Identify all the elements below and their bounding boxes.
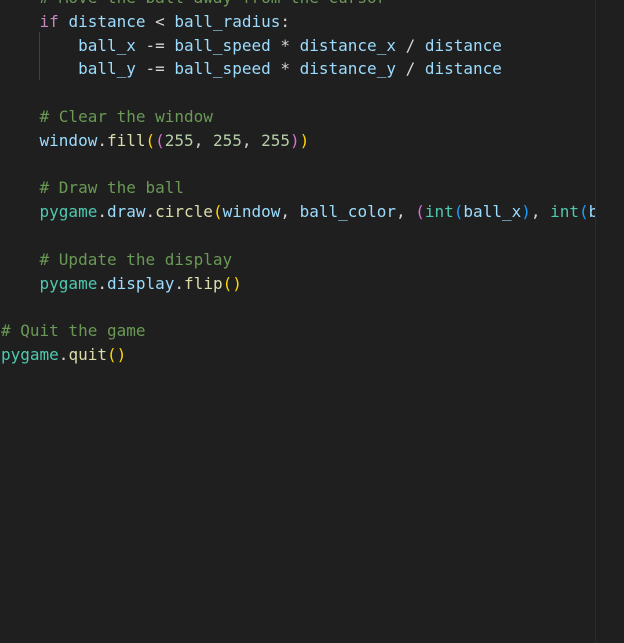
code-editor[interactable]: # Move the ball away from the cursor if … <box>0 0 624 643</box>
code-token: distance <box>424 59 502 79</box>
code-line[interactable]: pygame.draw.circle(window, ball_color, (… <box>1 200 624 224</box>
code-token: pygame <box>39 273 98 293</box>
code-token: ( <box>222 273 233 293</box>
code-token: ( <box>106 344 117 364</box>
code-token: , <box>241 130 262 150</box>
code-token: distance_y <box>299 59 396 79</box>
code-token: . <box>58 344 69 364</box>
code-token: int <box>550 202 580 222</box>
code-line[interactable]: pygame.display.flip() <box>1 272 624 296</box>
code-token: ball_color <box>299 202 396 222</box>
code-line[interactable]: # Quit the game <box>1 319 624 343</box>
code-token: , <box>395 202 416 222</box>
code-line[interactable]: ball_y -= ball_speed * distance_y / dist… <box>1 57 624 81</box>
code-line[interactable] <box>1 224 624 248</box>
code-line[interactable]: # Draw the ball <box>1 176 624 200</box>
code-token: . <box>97 202 107 222</box>
code-token: ) <box>232 273 242 293</box>
code-token: ( <box>155 130 165 150</box>
code-token: draw <box>106 202 146 222</box>
code-token: ball_speed <box>174 35 271 55</box>
code-token: : <box>280 11 291 31</box>
code-token: int <box>424 202 454 222</box>
code-token: if <box>39 11 59 31</box>
code-token: -= <box>135 59 175 79</box>
code-token: quit <box>68 344 107 364</box>
code-token: ball_radius <box>174 11 281 31</box>
code-token: . <box>97 273 107 293</box>
code-token: distance <box>68 11 146 31</box>
code-token: ( <box>212 202 223 222</box>
code-token: ) <box>116 344 127 364</box>
code-token: # Move the ball away from the cursor <box>40 0 387 7</box>
code-token: window <box>39 130 98 150</box>
code-token: ball_x <box>78 35 136 55</box>
code-token: , <box>280 202 300 222</box>
code-token: fill <box>106 130 146 150</box>
code-token: ) <box>290 130 300 150</box>
code-token: -= <box>135 35 175 55</box>
code-token: ball_x <box>463 202 522 222</box>
code-token: # Clear the window <box>39 106 213 126</box>
code-token: display <box>106 273 175 293</box>
code-token: distance_x <box>299 35 396 55</box>
code-token: window <box>222 202 281 222</box>
code-token: * <box>270 59 300 79</box>
code-line[interactable]: window.fill((255, 255, 255)) <box>1 129 624 153</box>
code-token: ( <box>453 202 464 222</box>
code-token: 255 <box>261 130 291 150</box>
code-token: ( <box>579 202 589 222</box>
code-line[interactable] <box>1 295 624 319</box>
code-token: # Quit the game <box>1 321 146 341</box>
code-token: ) <box>299 130 310 150</box>
code-token: distance <box>424 35 502 55</box>
code-token: # Draw the ball <box>39 178 185 198</box>
code-line[interactable]: # Move the ball away from the cursor <box>1 0 624 10</box>
code-line[interactable] <box>1 153 624 177</box>
code-token: pygame <box>1 344 59 364</box>
code-token: ) <box>521 202 531 222</box>
code-token: / <box>395 59 425 79</box>
code-token: ball_speed <box>174 59 271 79</box>
code-token: flip <box>184 273 223 293</box>
code-token: . <box>145 202 156 222</box>
code-line[interactable]: ball_x -= ball_speed * distance_x / dist… <box>1 34 624 58</box>
code-token: , <box>193 130 213 150</box>
code-line[interactable]: # Clear the window <box>1 105 624 129</box>
code-line[interactable]: if distance < ball_radius: <box>1 10 624 34</box>
code-token: 255 <box>164 130 194 150</box>
code-token: ball_y <box>78 59 136 79</box>
code-token: . <box>97 130 107 150</box>
code-token: / <box>395 35 425 55</box>
code-token: # Update the display <box>39 249 233 269</box>
code-token: pygame <box>39 202 98 222</box>
code-token: ( <box>415 202 425 222</box>
code-token: ( <box>145 130 156 150</box>
code-token: 255 <box>212 130 242 150</box>
code-token: * <box>270 35 300 55</box>
code-area[interactable]: # Move the ball away from the cursor if … <box>1 0 624 367</box>
code-line[interactable]: # Update the display <box>1 248 624 272</box>
code-token: , <box>530 202 551 222</box>
vertical-scrollbar[interactable] <box>596 0 624 643</box>
code-line[interactable]: pygame.quit() <box>1 343 624 367</box>
code-token: . <box>174 273 185 293</box>
code-token: circle <box>155 202 213 222</box>
code-token: < <box>145 11 175 31</box>
code-line[interactable] <box>1 81 624 105</box>
